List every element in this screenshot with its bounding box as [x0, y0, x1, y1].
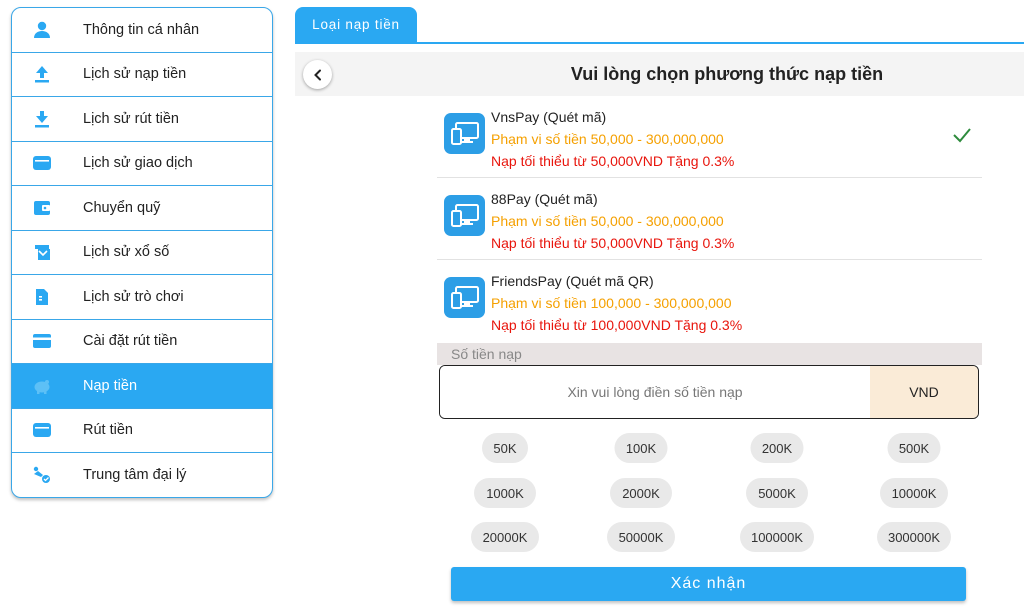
download-icon	[28, 108, 56, 130]
wallet-icon	[28, 197, 56, 219]
amount-input[interactable]	[440, 366, 870, 418]
sidebar-item-label: Trung tâm đại lý	[83, 467, 187, 484]
sidebar-item-personal-info[interactable]: Thông tin cá nhân	[12, 8, 272, 53]
amount-chip[interactable]: 20000K	[471, 522, 539, 552]
amount-chip[interactable]: 50000K	[607, 522, 675, 552]
sidebar-item-withdraw-settings[interactable]: Cài đặt rút tiền	[12, 320, 272, 364]
lottery-icon	[28, 241, 56, 263]
piggy-bank-icon	[28, 375, 56, 397]
amount-field-group: VND	[439, 365, 979, 419]
payment-method-range: Phạm vi số tiền 100,000 - 300,000,000	[491, 295, 732, 311]
sidebar-item-deposit[interactable]: Nạp tiền	[12, 364, 272, 409]
sidebar-item-lottery-history[interactable]: Lịch sử xổ số	[12, 231, 272, 275]
payment-method-range: Phạm vi số tiền 50,000 - 300,000,000	[491, 213, 724, 229]
amount-chip[interactable]: 10000K	[880, 478, 948, 508]
currency-unit: VND	[870, 366, 978, 418]
amount-chip[interactable]: 1000K	[474, 478, 536, 508]
payment-method-minimum: Nạp tối thiểu từ 100,000VND Tặng 0.3%	[491, 317, 743, 333]
payment-method-name: VnsPay (Quét mã)	[491, 109, 607, 125]
sidebar-item-transaction-history[interactable]: Lịch sử giao dịch	[12, 142, 272, 186]
amount-chip[interactable]: 500K	[887, 433, 941, 463]
sidebar-item-label: Lịch sử trò chơi	[83, 288, 184, 305]
amount-chip[interactable]: 100000K	[740, 522, 814, 552]
sidebar-item-label: Chuyển quỹ	[83, 199, 161, 216]
agent-icon	[28, 464, 56, 486]
page-title: Vui lòng chọn phương thức nạp tiền	[570, 64, 884, 84]
sidebar-item-agent-center[interactable]: Trung tâm đại lý	[12, 453, 272, 497]
amount-chip[interactable]: 5000K	[746, 478, 808, 508]
payment-method-minimum: Nạp tối thiểu từ 50,000VND Tặng 0.3%	[491, 153, 735, 169]
payment-method-name: 88Pay (Quét mã)	[491, 191, 598, 207]
amount-chip[interactable]: 50K	[482, 433, 528, 463]
tab-underline	[295, 42, 1024, 44]
amount-chip[interactable]: 100K	[614, 433, 668, 463]
payment-method-list: VnsPay (Quét mã) Phạm vi số tiền 50,000 …	[437, 96, 982, 342]
amount-chip[interactable]: 2000K	[610, 478, 672, 508]
document-icon	[28, 286, 56, 308]
amount-chip[interactable]: 300000K	[877, 522, 951, 552]
sidebar-item-label: Lịch sử giao dịch	[83, 155, 193, 172]
payment-method-range: Phạm vi số tiền 50,000 - 300,000,000	[491, 131, 724, 147]
sidebar-item-label: Lịch sử rút tiền	[83, 110, 179, 127]
payment-method-88pay[interactable]: 88Pay (Quét mã) Phạm vi số tiền 50,000 -…	[437, 178, 982, 260]
user-icon	[28, 19, 56, 41]
card-icon	[28, 152, 56, 174]
sidebar-item-label: Rút tiền	[83, 422, 133, 439]
sidebar: Thông tin cá nhân Lịch sử nạp tiền Lịch …	[11, 7, 273, 498]
confirm-button[interactable]: Xác nhận	[451, 567, 966, 601]
sidebar-item-withdraw[interactable]: Rút tiền	[12, 409, 272, 453]
sidebar-item-deposit-history[interactable]: Lịch sử nạp tiền	[12, 53, 272, 97]
sidebar-item-label: Cài đặt rút tiền	[83, 333, 178, 350]
payment-method-icon	[444, 277, 485, 318]
payment-method-name: FriendsPay (Quét mã QR)	[491, 273, 654, 289]
page-header: Vui lòng chọn phương thức nạp tiền	[295, 52, 1024, 96]
amount-chip[interactable]: 200K	[750, 433, 804, 463]
credit-card-icon	[28, 330, 56, 352]
amount-label: Số tiền nạp	[437, 343, 982, 365]
sidebar-item-label: Thông tin cá nhân	[83, 21, 200, 38]
tab-deposit-type[interactable]: Loại nạp tiền	[295, 7, 417, 42]
sidebar-item-label: Lịch sử nạp tiền	[83, 66, 187, 83]
payment-method-friendspay[interactable]: FriendsPay (Quét mã QR) Phạm vi số tiền …	[437, 260, 982, 342]
payment-method-icon	[444, 113, 485, 154]
sidebar-item-game-history[interactable]: Lịch sử trò chơi	[12, 275, 272, 320]
card-icon	[28, 419, 56, 441]
upload-icon	[28, 63, 56, 85]
sidebar-item-fund-transfer[interactable]: Chuyển quỹ	[12, 186, 272, 231]
payment-method-vnspay[interactable]: VnsPay (Quét mã) Phạm vi số tiền 50,000 …	[437, 96, 982, 178]
payment-method-icon	[444, 195, 485, 236]
sidebar-item-label: Lịch sử xổ số	[83, 244, 170, 261]
sidebar-item-label: Nạp tiền	[83, 377, 138, 394]
sidebar-item-withdraw-history[interactable]: Lịch sử rút tiền	[12, 97, 272, 142]
payment-method-minimum: Nạp tối thiểu từ 50,000VND Tặng 0.3%	[491, 235, 735, 251]
check-icon	[952, 127, 972, 148]
